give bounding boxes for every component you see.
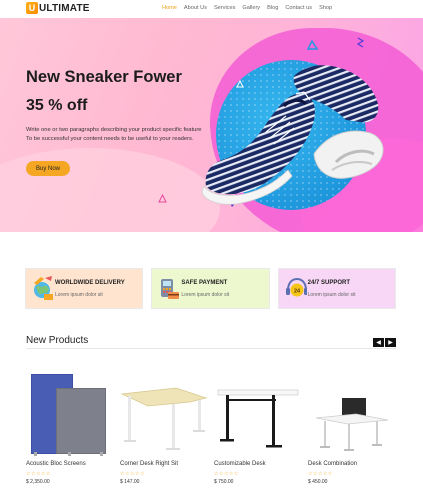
nav-item-services[interactable]: Services	[214, 5, 235, 11]
logo-mark: U	[26, 2, 38, 14]
product-image-corner-desk[interactable]	[120, 366, 208, 458]
site-logo[interactable]: U ULTIMATE	[26, 2, 90, 14]
support-24-icon: 24	[285, 277, 307, 297]
product-card[interactable]: Desk Combination ☆☆☆☆☆ $ 450.00	[308, 360, 396, 490]
products-section-title: New Products	[26, 335, 89, 346]
carousel-prev-button[interactable]: ◀	[373, 338, 384, 347]
product-card[interactable]: Acoustic Bloc Screens ☆☆☆☆☆ $ 2,350.00	[26, 360, 114, 490]
feature-card-support: 24 24/7 SUPPORT Lorem ipsum dolor sit	[277, 268, 396, 309]
product-rating-stars: ☆☆☆☆☆	[26, 471, 51, 477]
product-image-customizable-desk[interactable]	[214, 366, 302, 458]
site-header: U ULTIMATE Home About Us Services Galler…	[0, 0, 423, 18]
product-rating-stars: ☆☆☆☆☆	[214, 471, 239, 477]
product-card[interactable]: Customizable Desk ☆☆☆☆☆ $ 750.00	[214, 360, 302, 490]
feature-title: 24/7 SUPPORT	[307, 280, 351, 286]
product-card[interactable]: Corner Desk Right Sit ☆☆☆☆☆ $ 147.00	[120, 360, 208, 490]
hero-description-line: Write one or two paragraphs describing y…	[26, 127, 202, 133]
main-nav: Home About Us Services Gallery Blog Cont…	[162, 5, 332, 11]
buy-now-button[interactable]: Buy Now	[26, 161, 70, 176]
nav-item-blog[interactable]: Blog	[267, 5, 278, 11]
triangle-decoration-icon	[158, 194, 167, 203]
nav-item-gallery[interactable]: Gallery	[242, 5, 260, 11]
hero-discount: 35 % off	[26, 97, 88, 114]
feature-text: Lorem ipsum dolor sit	[55, 292, 103, 298]
nav-item-contact[interactable]: Contact us	[285, 5, 312, 11]
product-price: $ 147.00	[120, 479, 140, 485]
payment-terminal-icon	[161, 279, 180, 299]
carousel-next-button[interactable]: ▶	[385, 338, 396, 347]
logo-text: ULTIMATE	[39, 2, 90, 14]
feature-card-delivery: WORLDWIDE DELIVERY Lorem ipsum dolor sit	[25, 268, 144, 309]
hero-description: Write one or two paragraphs describing y…	[26, 126, 226, 144]
nav-item-about[interactable]: About Us	[184, 5, 207, 11]
feature-text: Lorem ipsum dolor sit	[181, 292, 230, 298]
hero-banner: New Sneaker Fower 35 % off Write one or …	[0, 18, 423, 232]
product-carousel: Acoustic Bloc Screens ☆☆☆☆☆ $ 2,350.00 C…	[26, 360, 406, 490]
product-rating-stars: ☆☆☆☆☆	[308, 471, 333, 477]
feature-title: SAFE PAYMENT	[181, 280, 228, 286]
product-name[interactable]: Acoustic Bloc Screens	[26, 461, 86, 467]
product-image-desk-combination[interactable]	[308, 366, 396, 458]
feature-text: Lorem ipsum dolor sit	[307, 292, 356, 298]
support-badge-text: 24	[294, 288, 301, 294]
product-rating-stars: ☆☆☆☆☆	[120, 471, 145, 477]
product-price: $ 450.00	[308, 479, 328, 485]
hero-description-line: To be successful your content needs to b…	[26, 136, 194, 142]
features-row: WORLDWIDE DELIVERY Lorem ipsum dolor sit…	[25, 268, 396, 309]
feature-title: WORLDWIDE DELIVERY	[55, 280, 125, 286]
feature-card-payment: SAFE PAYMENT Lorem ipsum dolor sit	[151, 268, 270, 309]
product-image-acoustic-screens[interactable]	[26, 366, 114, 458]
hero-title: New Sneaker Fower	[26, 68, 182, 86]
sneaker-product-image	[201, 65, 384, 205]
product-name[interactable]: Corner Desk Right Sit	[120, 461, 178, 467]
product-name[interactable]: Desk Combination	[308, 461, 357, 467]
product-price: $ 2,350.00	[26, 479, 50, 485]
globe-delivery-icon	[34, 276, 53, 300]
product-name[interactable]: Customizable Desk	[214, 461, 266, 467]
product-price: $ 750.00	[214, 479, 234, 485]
nav-item-home[interactable]: Home	[162, 5, 177, 11]
section-divider	[26, 348, 396, 349]
nav-item-shop[interactable]: Shop	[319, 5, 332, 11]
